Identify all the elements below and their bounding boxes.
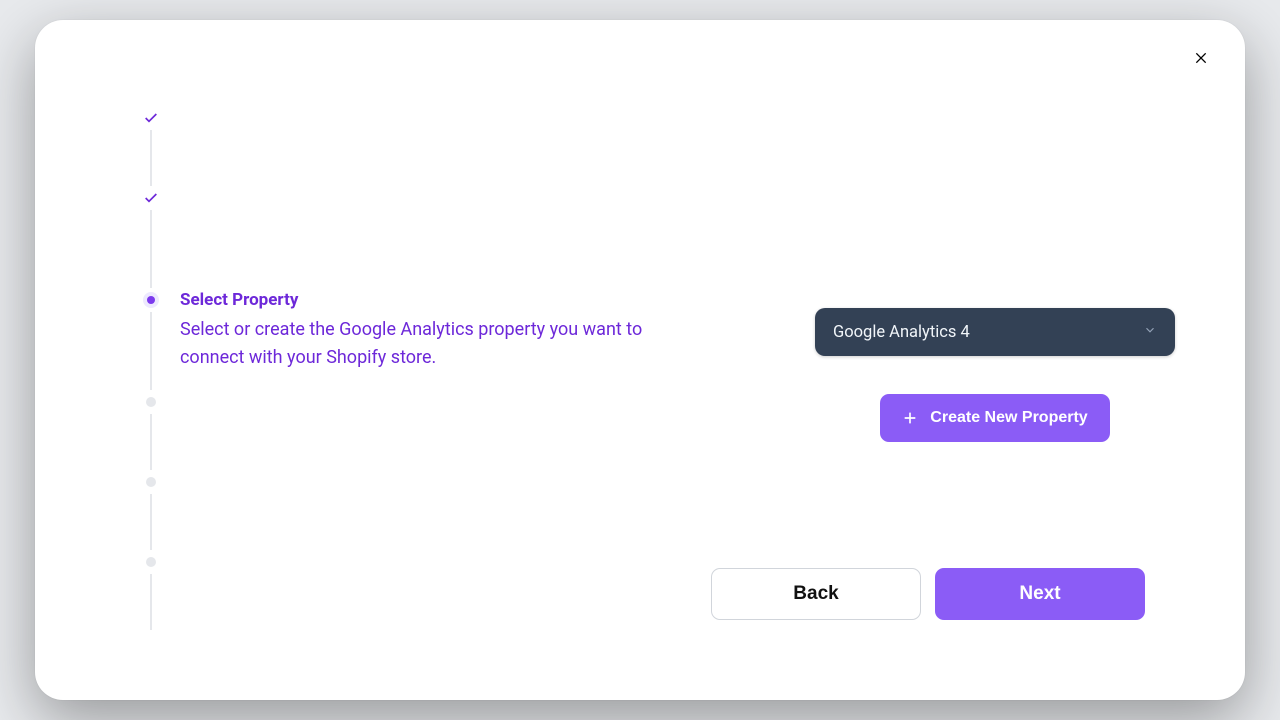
step-title: Select Property [180,290,700,310]
next-label: Next [1019,583,1060,605]
step-connector-line [150,574,152,630]
step-3-current [143,292,159,308]
future-step-dot [146,557,156,567]
step-2-done [143,190,159,206]
create-property-label: Create New Property [930,409,1087,427]
current-step-dot [143,292,159,308]
future-step-dot [146,397,156,407]
plus-icon [902,410,918,426]
step-connector-line [150,494,152,550]
step-5-future [143,474,159,490]
close-icon [1193,50,1209,66]
step-4-future [143,394,159,410]
check-icon [143,110,159,126]
progress-stepper [143,110,163,634]
step-content: Select Property Select or create the Goo… [180,290,700,372]
create-property-button[interactable]: Create New Property [880,394,1109,442]
step-6-future [143,554,159,570]
chevron-down-icon [1143,323,1157,342]
next-button[interactable]: Next [935,568,1145,620]
step-connector-line [150,210,152,288]
step-description: Select or create the Google Analytics pr… [180,316,670,372]
step-controls: Google Analytics 4 Create New Property [815,308,1175,442]
property-select[interactable]: Google Analytics 4 [815,308,1175,356]
step-connector-line [150,130,152,186]
back-label: Back [793,583,838,605]
step-connector-line [150,414,152,470]
step-connector-line [150,312,152,390]
setup-modal: Select Property Select or create the Goo… [35,20,1245,700]
footer-nav: Back Next [711,568,1145,620]
check-icon [143,190,159,206]
future-step-dot [146,477,156,487]
close-button[interactable] [1189,46,1213,70]
select-value: Google Analytics 4 [833,323,970,342]
step-1-done [143,110,159,126]
back-button[interactable]: Back [711,568,921,620]
